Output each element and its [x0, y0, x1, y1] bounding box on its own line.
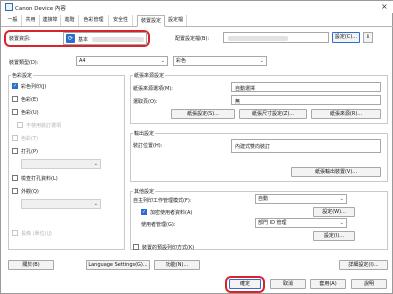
tab-security[interactable]: 安全性 [109, 15, 133, 26]
output-settings-title: 輸出設定 [133, 130, 156, 137]
config-profile-field[interactable] [223, 32, 329, 43]
features-button[interactable]: 功能(N)... [154, 260, 200, 270]
checkbox-label-2: 色彩(U) [21, 110, 39, 116]
paper-source-title: 紙張來源設定 [133, 72, 166, 79]
selected-pages-label: 選取頁(O): [133, 99, 158, 105]
paper-size-settings-button[interactable]: 紙張尺寸設定(Z)... [239, 109, 307, 119]
encrypt-user-data-label: 加密使用者資料(A) [150, 210, 193, 216]
checkbox-item-5[interactable] [12, 148, 18, 154]
apply-button[interactable]: 套用(A) [310, 279, 346, 289]
paper-settings-button[interactable]: 紙張設定(S)... [171, 109, 235, 119]
selected-pages-value: 無 [235, 99, 241, 105]
encrypt-settings-button[interactable]: 設定(W)... [313, 207, 355, 217]
paper-source-value: 自動選擇 [235, 86, 256, 92]
chevron-down-icon: ⌄ [160, 58, 165, 64]
tab-strip: 一般 共用 連接埠 進階 色彩管理 安全性 裝置設定 設定檔 [1, 15, 393, 27]
tab-device-settings[interactable]: 裝置設定 [137, 15, 165, 27]
job-management-value: 自動 [258, 196, 269, 202]
chevron-down-icon: ⌄ [93, 161, 98, 167]
language-settings-button[interactable]: Language Settings(G)... [86, 260, 150, 270]
tab-advanced[interactable]: 進階 [61, 15, 79, 26]
close-icon[interactable]: × [381, 2, 388, 11]
properties-window: Canon Device 內容 × 一般 共用 連接埠 進階 色彩管理 安全性 … [0, 0, 393, 294]
checkbox-item-0[interactable] [12, 83, 18, 89]
default-print-checkbox[interactable] [133, 244, 139, 250]
paper-source-field[interactable]: 自動選擇 [231, 82, 381, 92]
chevron-down-icon: ⌄ [259, 58, 264, 64]
help-button[interactable]: 說明 [351, 279, 387, 289]
paper-size-dropdown[interactable]: A4 ⌄ [76, 56, 168, 66]
binding-position-field[interactable]: 內建式雙向裝訂 [231, 139, 381, 153]
other-settings-title: 其他設定 [133, 188, 156, 195]
refresh-icon[interactable]: ⟳ [66, 34, 75, 43]
checkbox-label-3: 不使用裝訂選項 [26, 123, 62, 129]
checkbox-item-3[interactable] [17, 122, 23, 128]
checkbox-label-8: 外觀(Q) [21, 189, 39, 195]
color-mode-value: 彩色 [176, 58, 187, 64]
binding-position-label: 裝訂位置(H): [133, 143, 163, 149]
advanced-settings-button[interactable]: 詳細設定(I)... [339, 260, 388, 270]
tab-general[interactable]: 一般 [4, 15, 22, 26]
device-name-value: 基本 [78, 37, 89, 43]
title-bar: Canon Device 內容 × [1, 1, 393, 13]
checkbox-item-4[interactable] [12, 135, 18, 141]
user-management-settings-button[interactable]: 設定(I)... [313, 231, 355, 241]
output-device-button[interactable]: 紙張輸出裝置(V)... [291, 167, 381, 177]
chevron-down-icon: ⌄ [339, 196, 344, 202]
chevron-down-icon: ⌄ [93, 201, 98, 207]
color-settings-title: 色彩設定 [11, 72, 34, 79]
tab-sharing[interactable]: 共用 [22, 15, 40, 26]
tab-ports[interactable]: 連接埠 [40, 15, 61, 26]
encrypt-user-data-checkbox[interactable] [141, 209, 147, 215]
printer-icon [5, 3, 13, 11]
config-settings-button[interactable]: 設定(C)... [332, 32, 360, 43]
binding-position-value: 內建式雙向裝訂 [235, 144, 271, 150]
default-print-label: 裝置的預設列印方式(K) [142, 245, 195, 251]
window-title: Canon Device 內容 [15, 6, 66, 12]
color-mode-dropdown[interactable]: 彩色 ⌄ [173, 56, 267, 66]
paper-source-button[interactable]: 紙張來源(R)... [311, 109, 381, 119]
paper-size-value: A4 [79, 58, 86, 64]
device-name-label: 裝置資訊: [9, 36, 31, 42]
selected-pages-field[interactable]: 無 [231, 95, 381, 105]
user-management-dropdown[interactable]: 部門 ID 管理 ⌄ [255, 218, 347, 228]
device-name-obscured [92, 37, 144, 42]
job-management-dropdown[interactable]: 自動 ⌄ [255, 194, 347, 204]
checkbox-label-10: 長條 (單位)(J) [21, 231, 52, 237]
device-name-field[interactable]: ⟳ 基本 [63, 32, 147, 45]
checkbox-label-7: 檢查打孔資料(L) [21, 176, 58, 182]
paper-source-label: 紙張來源選項(M): [133, 86, 173, 92]
user-management-label: 使用者管理(G): [141, 222, 176, 228]
paper-label: 裝置類型(D): [9, 60, 39, 66]
checkbox-label-4: 色彩(T) [21, 136, 38, 142]
checkbox-item-8[interactable] [12, 188, 18, 194]
checkbox-item-7[interactable] [12, 175, 18, 181]
tab-profile[interactable]: 設定檔 [165, 15, 187, 26]
cancel-button[interactable]: 取消 [270, 279, 306, 289]
user-management-value: 部門 ID 管理 [258, 220, 287, 226]
checkbox-item-10[interactable] [12, 230, 18, 236]
checkbox-label-0: 彩色列印(J) [21, 84, 47, 90]
checkbox-item-2[interactable] [12, 109, 18, 115]
config-info-icon[interactable]: ℹ [363, 32, 373, 43]
tab-color-management[interactable]: 色彩管理 [79, 15, 109, 26]
job-management-label: 自主列印工作管理模式(F): [133, 198, 192, 204]
punch-dropdown[interactable]: ⌄ [21, 159, 101, 169]
appearance-dropdown[interactable]: ⌄ [21, 199, 101, 209]
checkbox-label-1: 色彩(E) [21, 97, 39, 103]
chevron-down-icon: ⌄ [339, 220, 344, 226]
about-button[interactable]: 關於(B) [8, 260, 54, 270]
config-profile-obscured [228, 36, 288, 41]
checkbox-label-5: 打孔(P) [21, 149, 38, 155]
config-profile-label: 配置設定檔(B): [175, 36, 210, 42]
ok-button[interactable]: 確定 [229, 279, 261, 289]
checkbox-item-1[interactable] [12, 96, 18, 102]
